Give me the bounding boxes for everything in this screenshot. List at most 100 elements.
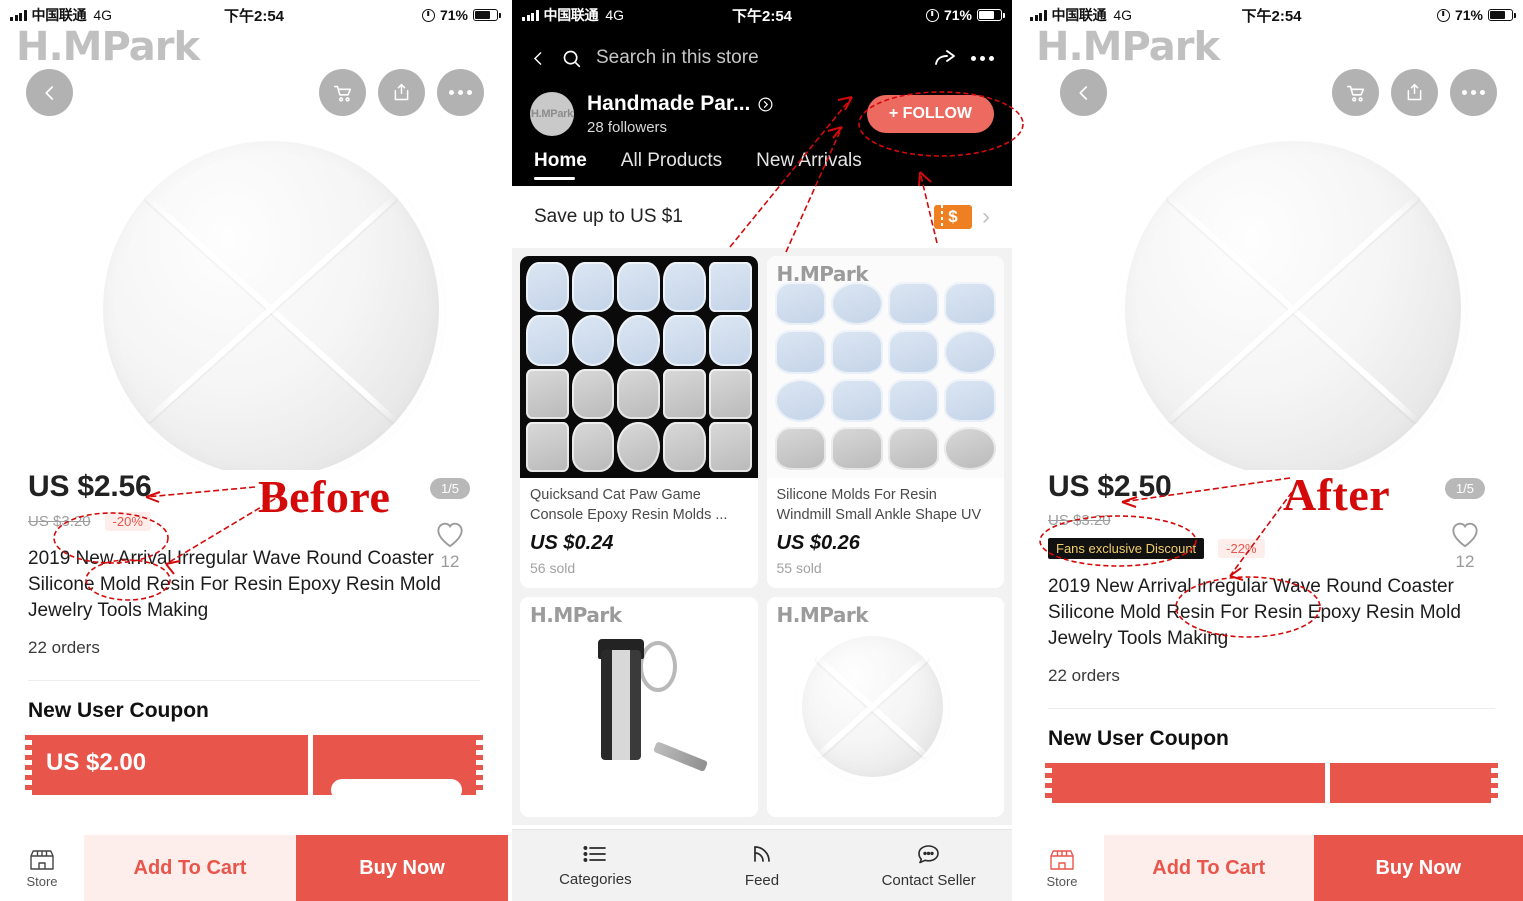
store-button-label: Store (1046, 873, 1078, 889)
favorite-control[interactable]: 12 (410, 521, 490, 572)
coupon-heading: New User Coupon (28, 698, 209, 722)
product-card-sold: 56 sold (530, 560, 576, 576)
store-name-row[interactable]: Handmade Par... (587, 92, 774, 116)
chevron-right-circle-icon[interactable] (757, 96, 774, 113)
more-button[interactable] (437, 69, 484, 116)
favorite-count: 12 (1455, 552, 1475, 571)
product-card[interactable]: H.MPark Silicone Molds For Resin Windmil… (766, 256, 1005, 588)
discount-badge: -22% (1218, 539, 1265, 558)
coupon-left[interactable]: US $2.00 (24, 734, 309, 795)
product-card-title: Quicksand Cat Paw Game Console Epoxy Res… (530, 487, 728, 523)
keychain-capsule-illustration (520, 597, 758, 817)
orders-count: 22 orders (1048, 665, 1120, 685)
battery-icon (1488, 9, 1516, 21)
add-to-cart-button[interactable]: Add To Cart (1104, 835, 1314, 901)
product-grid: Quicksand Cat Paw Game Console Epoxy Res… (512, 248, 1012, 825)
product-card[interactable]: H.MPark (520, 597, 758, 817)
product-title: 2019 New Arrival Irregular Wave Round Co… (1048, 576, 1461, 650)
back-chevron-icon[interactable] (530, 50, 547, 67)
product-hero: H.MPark (0, 30, 508, 470)
product-card[interactable]: Quicksand Cat Paw Game Console Epoxy Res… (520, 256, 758, 588)
product-title: 2019 New Arrival Irregular Wave Round Co… (28, 548, 441, 622)
coaster-mold-shape (794, 629, 950, 784)
coupon-strip[interactable]: US $2.00 (24, 734, 484, 801)
share-button[interactable] (1391, 69, 1438, 116)
nav-contact-seller[interactable]: Contact Seller (845, 843, 1012, 889)
save-promo-text: Save up to US $1 (534, 206, 683, 227)
tab-all-products[interactable]: All Products (621, 150, 722, 180)
product-image-coaster-mold[interactable]: H.MPark (766, 597, 1004, 817)
mold-sheet-light (766, 256, 1004, 478)
coupon-strip[interactable] (1044, 762, 1499, 803)
follow-button[interactable]: + FOLLOW (866, 95, 994, 133)
store-button[interactable]: Store (1020, 835, 1104, 901)
after-product-page-panel: 中国联通 4G 下午2:54 71% H.MPark 1/5 12 US $2.… (1020, 0, 1523, 901)
back-button[interactable] (26, 69, 73, 116)
product-card[interactable]: H.MPark (766, 597, 1004, 817)
divider (1048, 707, 1495, 709)
search-input[interactable]: Search in this store (596, 47, 919, 69)
more-button[interactable] (1450, 69, 1497, 116)
nav-feed[interactable]: Feed (679, 842, 846, 889)
coupon-right[interactable] (312, 734, 484, 801)
product-card-sold: 55 sold (776, 560, 822, 576)
product-card-price: US $0.26 (776, 532, 860, 554)
favorite-control[interactable]: 12 (1425, 521, 1505, 572)
share-icon (1407, 83, 1422, 101)
watermark: H.MPark (16, 30, 200, 70)
product-bottom-bar: Store Add To Cart Buy Now (0, 835, 508, 901)
storefront-icon (1050, 849, 1074, 870)
nav-feed-label: Feed (744, 872, 780, 889)
product-image-assorted-molds-sheet[interactable]: H.MPark (766, 256, 1004, 478)
coupon-heading: New User Coupon (1048, 726, 1229, 750)
more-dots-icon[interactable] (971, 55, 994, 61)
product-image-keychain[interactable]: H.MPark (520, 597, 758, 817)
dollar-coupon-icon: $ (934, 205, 972, 229)
product-info: 1/5 12 US $2.56 US $3.20 -20% 2019 New A… (0, 470, 508, 801)
add-to-cart-button[interactable]: Add To Cart (84, 835, 296, 901)
battery-icon (473, 9, 501, 21)
store-identity: H.MPark Handmade Par... 28 followers + F… (512, 86, 1012, 140)
coupon-right[interactable] (1329, 762, 1499, 803)
tab-new-arrivals[interactable]: New Arrivals (756, 150, 862, 180)
divider (28, 679, 480, 681)
status-bar: 中国联通 4G 下午2:54 71% (512, 0, 1012, 30)
cart-button[interactable] (1332, 69, 1379, 116)
mold-sheet-dark (520, 256, 758, 478)
nav-categories[interactable]: Categories (512, 843, 679, 888)
coupon-left[interactable] (1044, 762, 1326, 803)
chevron-right-icon[interactable]: › (982, 203, 990, 231)
product-card-title: Silicone Molds For Resin Windmill Small … (776, 487, 982, 523)
product-info: 1/5 12 US $2.50 US $3.20 Fans exclusive … (1020, 470, 1523, 803)
hero-side-badges: 1/5 12 (1425, 478, 1505, 572)
cart-button[interactable] (319, 69, 366, 116)
search-icon[interactable] (561, 48, 582, 69)
save-promo-bar[interactable]: Save up to US $1 $ › (512, 186, 1012, 248)
back-button[interactable] (1060, 69, 1107, 116)
watermark: H.MPark (1036, 30, 1220, 70)
store-button[interactable]: Store (0, 835, 84, 901)
list-icon (583, 846, 607, 862)
rotation-lock-icon (421, 8, 435, 22)
orders-count: 22 orders (28, 637, 100, 657)
share-arrow-icon[interactable] (933, 47, 957, 69)
product-card-body: Silicone Molds For Resin Windmill Small … (767, 478, 1005, 588)
tab-home[interactable]: Home (534, 150, 587, 180)
coaster-thumb (766, 597, 1004, 817)
watermark: H.MPark (530, 603, 622, 627)
product-image-coaster-mold[interactable] (1118, 134, 1468, 470)
store-button-label: Store (26, 873, 58, 889)
share-button[interactable] (378, 69, 425, 116)
before-product-page-panel: 中国联通 4G 下午2:54 71% H.MPark 1/5 12 US $2.… (0, 0, 508, 901)
product-image-cat-paw-sheet[interactable] (520, 256, 758, 478)
chat-bubble-icon (918, 844, 939, 863)
buy-now-button[interactable]: Buy Now (296, 835, 508, 901)
storefront-icon (30, 849, 54, 870)
buy-now-button[interactable]: Buy Now (1313, 835, 1523, 901)
store-avatar[interactable]: H.MPark (530, 92, 574, 136)
product-hero: H.MPark (1020, 30, 1523, 470)
favorite-count: 12 (440, 552, 460, 571)
back-chevron-icon (1078, 85, 1087, 100)
image-pager: 1/5 (1444, 478, 1486, 499)
product-image-coaster-mold[interactable] (96, 134, 446, 470)
